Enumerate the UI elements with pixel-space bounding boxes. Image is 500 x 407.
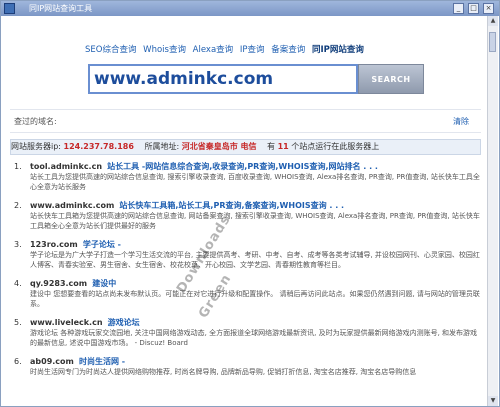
clear-link[interactable]: 清除 [453,116,469,127]
result-domain[interactable]: ab09.com [30,357,74,366]
title-bar[interactable]: 同IP网站查询工具 _ □ × [1,1,499,16]
location-label: 所属地址: [144,142,180,151]
scroll-down-arrow-icon[interactable]: ▼ [488,396,498,406]
result-item: 4. qy.9283.com 建设中 建设中 您想要查看的站点尚未发布默认页。可能… [14,278,482,309]
vertical-scrollbar[interactable]: ▲ ▼ [487,16,498,406]
result-domain[interactable]: 123ro.com [30,240,78,249]
count-prefix: 有 [267,142,276,151]
result-number: 6. [14,357,22,366]
result-item: 3. 123ro.com 学子论坛 - 学子论坛是为广大学子打造一个学习生活交流的… [14,239,482,270]
result-description: 站长工具为您提供高速的网站综合信息查询, 搜索引擎收录查询, 百度收录查询, W… [30,173,480,191]
result-domain[interactable]: www.adminkc.com [30,201,114,210]
result-description: 游戏论坛 各种游戏玩家交流园地, 关注中国网络游戏动态, 全方面报道全球网络游戏… [30,329,478,347]
result-title-link[interactable]: 站长工具 -网站信息综合查询,收录查询,PR查询,WHOIS查询,网站排名 . … [107,162,378,171]
result-number: 5. [14,318,22,327]
tab-icp[interactable]: 备案查询 [271,45,305,55]
search-input[interactable] [94,68,349,90]
result-domain[interactable]: www.liveleck.cn [30,318,103,327]
result-title-link[interactable]: 站长快车工具箱,站长工具,PR查询,备案查询,WHOIS查询 . . . [119,201,344,210]
server-ip-label: 网站服务器ip: [11,142,61,151]
server-info-bar: 网站服务器ip: 124.237.78.186 所属地址: 河北省秦皇岛市 电信… [10,139,481,155]
app-window: 同IP网站查询工具 _ □ × SEO综合查询 Whois查询 Alexa查询 … [0,0,500,407]
result-domain[interactable]: qy.9283.com [30,279,87,288]
tab-seo[interactable]: SEO综合查询 [85,45,136,55]
search-box [88,64,358,94]
tab-ip[interactable]: IP查询 [240,45,265,55]
tab-bar: SEO综合查询 Whois查询 Alexa查询 IP查询 备案查询 同IP网站查… [85,43,368,55]
result-description: 时尚生活网专门为时尚达人提供网络购物推荐, 时尚名牌导购, 品牌新品导购, 促销… [30,368,417,376]
count-suffix: 个站点运行在此服务器上 [291,142,380,151]
result-item: 6. ab09.com 时尚生活网 - 时尚生活网专门为时尚达人提供网络购物推荐,… [14,356,482,378]
scroll-thumb[interactable] [489,32,496,52]
result-title-link[interactable]: 游戏论坛 [108,318,140,327]
scroll-up-arrow-icon[interactable]: ▲ [488,16,498,26]
close-button[interactable]: × [483,3,494,14]
result-number: 2. [14,201,22,210]
result-title-link[interactable]: 建设中 [92,279,116,288]
minimize-button[interactable]: _ [453,3,464,14]
tab-same-ip[interactable]: 同IP网站查询 [312,45,364,55]
site-count: 11 [277,142,289,151]
result-title-link[interactable]: 学子论坛 - [83,240,121,249]
result-item: 2. www.adminkc.com 站长快车工具箱,站长工具,PR查询,备案查询… [14,200,482,231]
result-number: 3. [14,240,22,249]
queried-domains-label: 查过的域名: [14,117,57,126]
result-number: 1. [14,162,22,171]
tab-alexa[interactable]: Alexa查询 [193,45,234,55]
server-location: 河北省秦皇岛市 电信 [181,142,257,151]
result-title-link[interactable]: 时尚生活网 - [79,357,125,366]
result-description: 建设中 您想要查看的站点尚未发布默认页。可能正在对它进行升级和配置操作。 请稍后… [30,290,480,308]
result-description: 站长快车工具箱为您提供高速的网站综合信息查询, 网站备案查询, 搜索引擎收录查询… [30,212,480,230]
maximize-button[interactable]: □ [468,3,479,14]
content-area: SEO综合查询 Whois查询 Alexa查询 IP查询 备案查询 同IP网站查… [2,16,489,406]
result-description: 学子论坛是为广大学子打造一个学习生活交流的平台, 主要提供高考、考研、中考、自考… [30,251,480,269]
window-title: 同IP网站查询工具 [29,4,93,13]
queried-domains-row: 查过的域名: 清除 [10,109,481,133]
result-number: 4. [14,279,22,288]
result-domain[interactable]: tool.adminkc.cn [30,162,102,171]
server-ip: 124.237.78.186 [63,142,134,151]
results-list: 1. tool.adminkc.cn 站长工具 -网站信息综合查询,收录查询,PR… [14,161,482,386]
app-icon [4,3,15,14]
search-button[interactable]: SEARCH [358,64,424,94]
result-item: 5. www.liveleck.cn 游戏论坛 游戏论坛 各种游戏玩家交流园地, … [14,317,482,348]
tab-whois[interactable]: Whois查询 [143,45,186,55]
result-item: 1. tool.adminkc.cn 站长工具 -网站信息综合查询,收录查询,PR… [14,161,482,192]
